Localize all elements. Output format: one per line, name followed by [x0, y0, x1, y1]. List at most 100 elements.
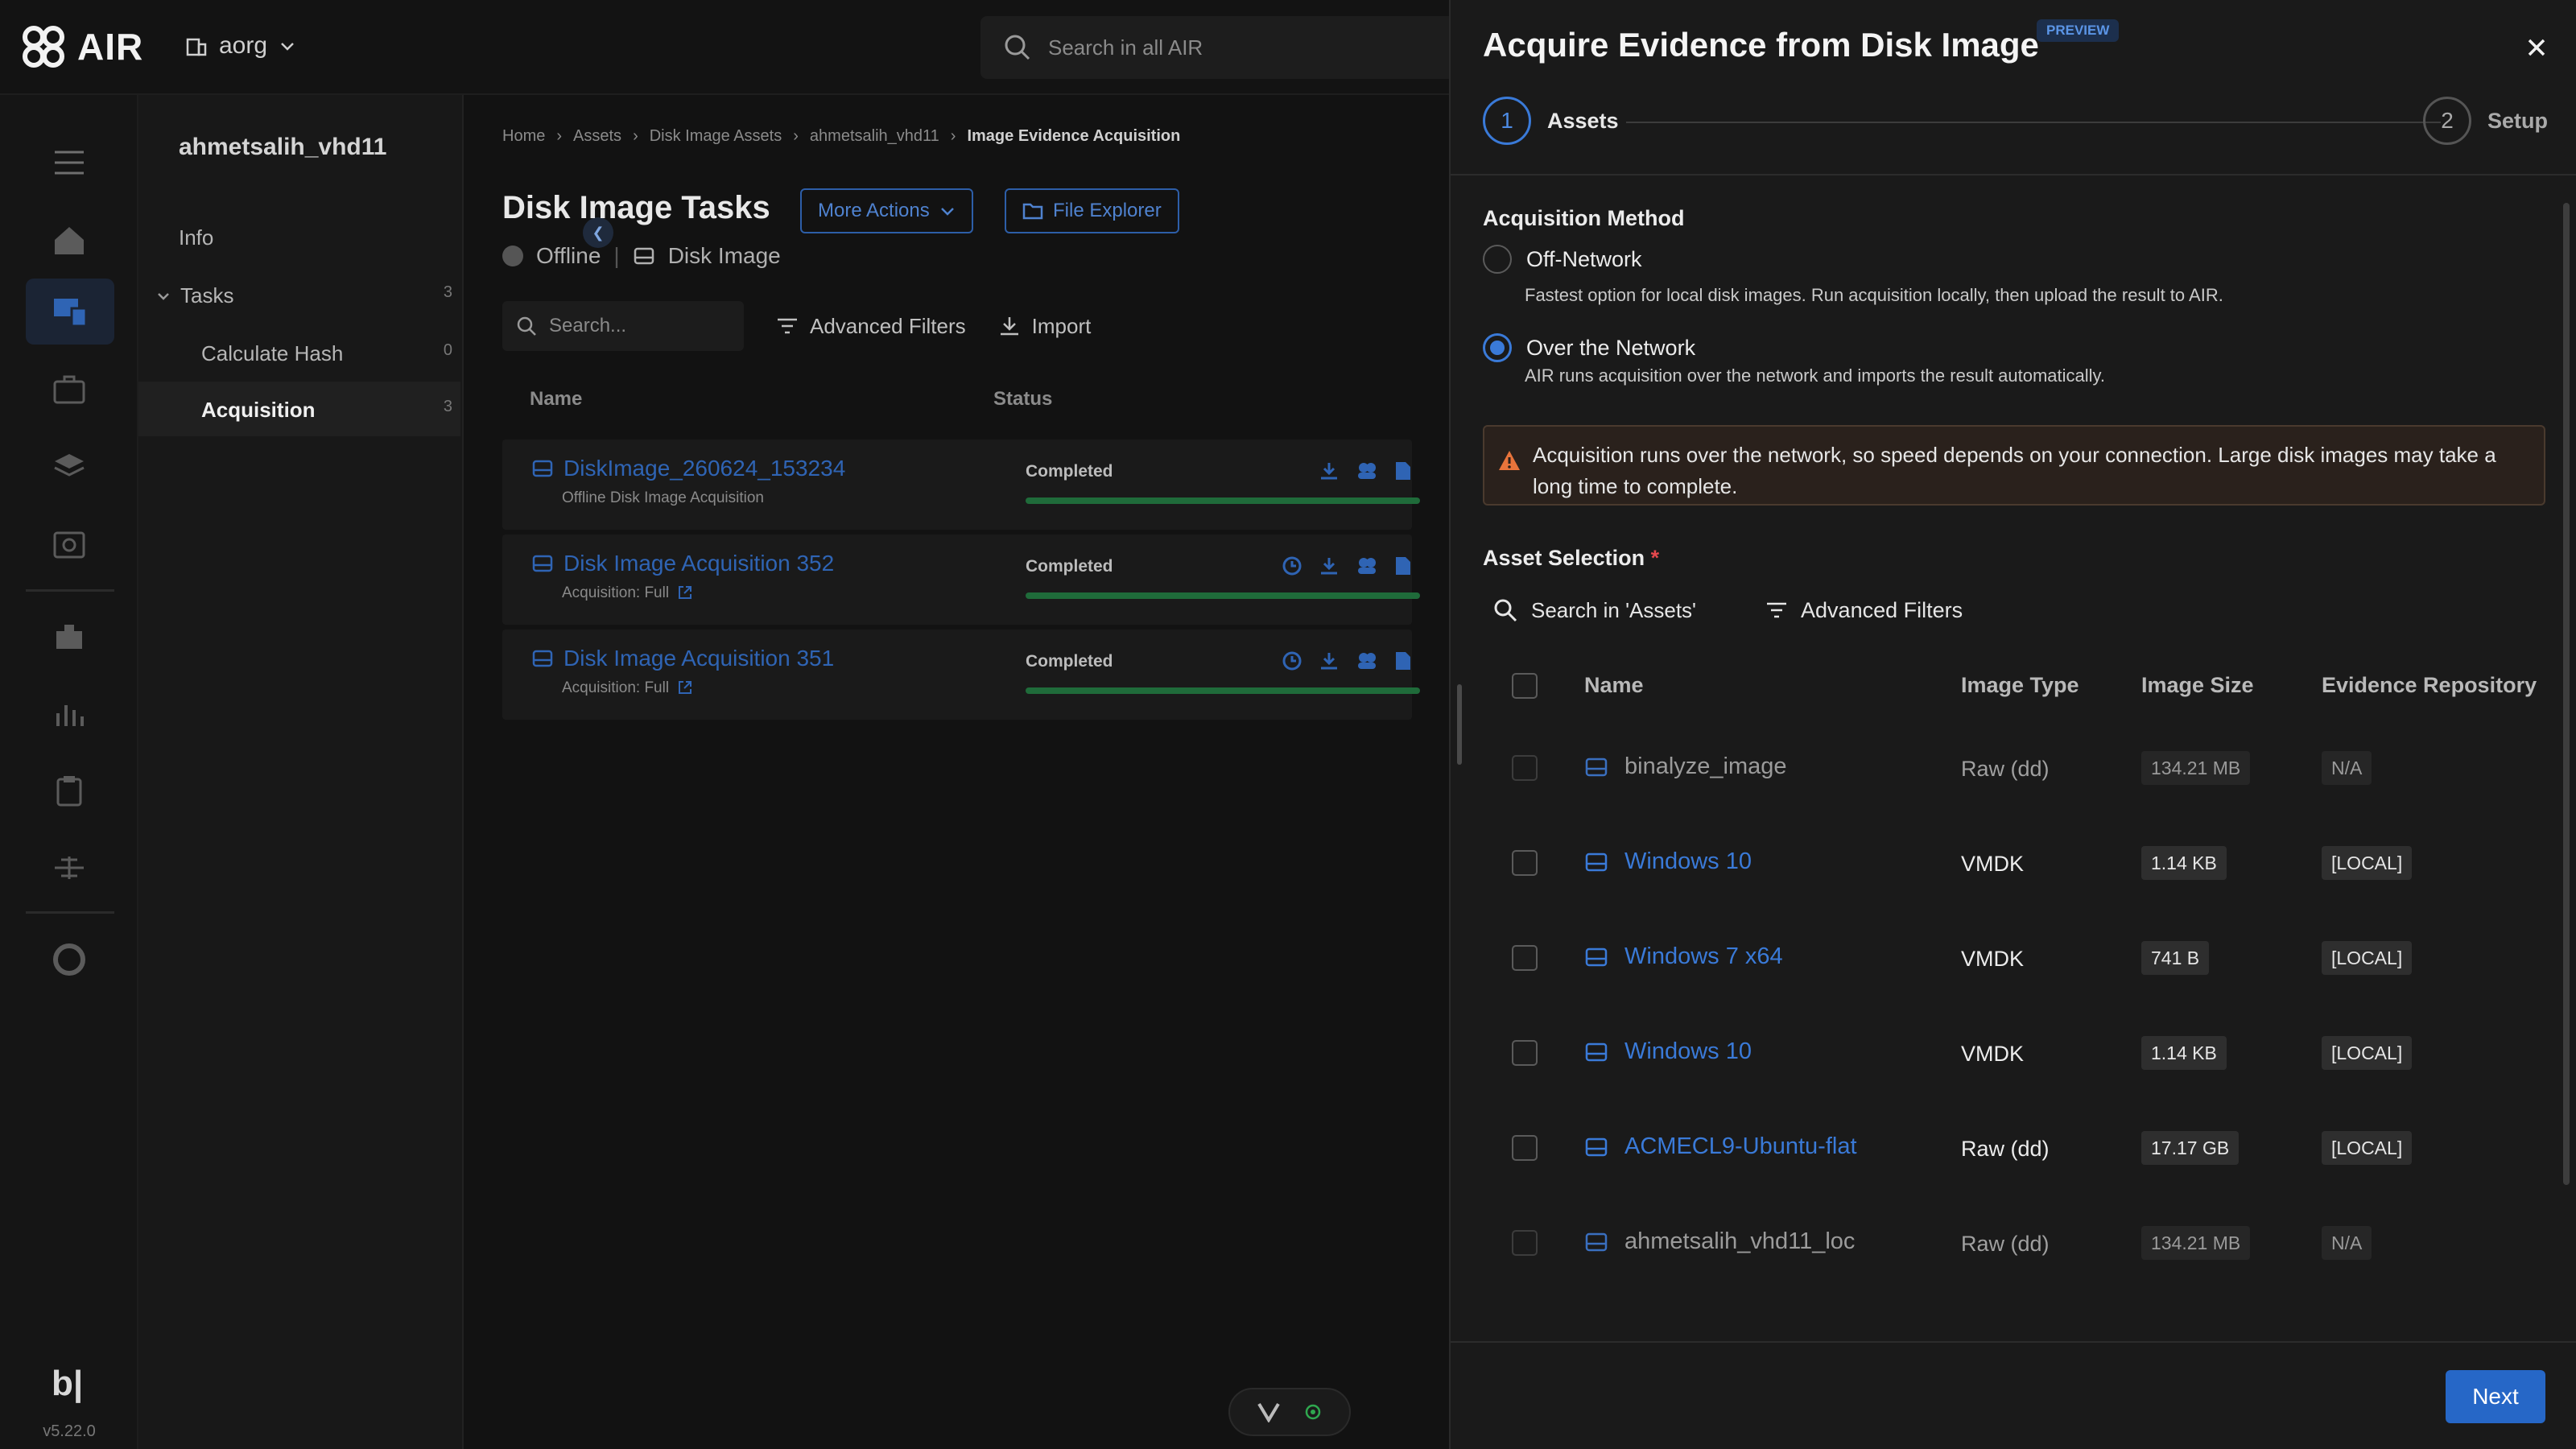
asset-name-text: binalyze_image	[1624, 753, 1787, 779]
row-checkbox[interactable]	[1512, 1040, 1538, 1066]
clock-icon[interactable]	[1282, 555, 1302, 576]
import-button[interactable]: Import	[998, 313, 1092, 339]
task-status: Completed	[1026, 652, 1113, 671]
asset-title: ahmetsalih_vhd11	[179, 134, 387, 160]
people-icon[interactable]	[1356, 650, 1378, 671]
subnav-item-calculate-hash[interactable]: Calculate Hash 0	[201, 341, 452, 366]
radio-button-checked[interactable]	[1483, 333, 1512, 362]
report-icon[interactable]	[1394, 460, 1412, 481]
column-header-image-type[interactable]: Image Type	[1961, 673, 2079, 698]
task-search-placeholder: Search...	[549, 315, 627, 336]
more-actions-button[interactable]: More Actions	[800, 188, 973, 233]
external-link-icon[interactable]	[677, 679, 693, 696]
breadcrumb-disk-image-assets[interactable]: Disk Image Assets	[650, 127, 782, 146]
task-name-link[interactable]: Disk Image Acquisition 352	[531, 551, 834, 576]
asset-name-link[interactable]: ACMECL9-Ubuntu-flat	[1584, 1133, 1857, 1160]
asset-size-chip: 134.21 MB	[2141, 751, 2251, 785]
people-icon[interactable]	[1356, 555, 1378, 576]
network-warning-alert: Acquisition runs over the network, so sp…	[1483, 425, 2545, 506]
breadcrumb-asset[interactable]: ahmetsalih_vhd11	[810, 127, 939, 146]
external-link-icon[interactable]	[677, 584, 693, 601]
asset-repo-chip: [LOCAL]	[2322, 1036, 2413, 1070]
task-row[interactable]: DiskImage_260624_153234 Offline Disk Ima…	[502, 440, 1420, 530]
warning-text: Acquisition runs over the network, so sp…	[1533, 443, 2496, 498]
global-search-input[interactable]: Search in all AIR	[980, 16, 1463, 79]
select-all-checkbox[interactable]	[1512, 673, 1538, 699]
column-header-status[interactable]: Status	[993, 388, 1052, 411]
row-checkbox-disabled	[1512, 1230, 1538, 1256]
download-icon[interactable]	[1319, 650, 1340, 671]
task-search-input[interactable]: Search...	[502, 301, 744, 351]
help-icon[interactable]	[43, 934, 95, 985]
asset-selection-text: Asset Selection	[1483, 546, 1645, 570]
clipboard-icon[interactable]	[43, 765, 95, 816]
task-name-link[interactable]: DiskImage_260624_153234	[531, 456, 845, 481]
subnav-item-acquisition[interactable]: Acquisition 3	[201, 398, 452, 423]
plugin-icon[interactable]	[43, 610, 95, 662]
radio-label: Off-Network	[1526, 246, 1642, 271]
row-checkbox[interactable]	[1512, 945, 1538, 971]
radio-over-network[interactable]: Over the Network	[1483, 333, 1695, 362]
asset-name-link[interactable]: Windows 10	[1584, 848, 1752, 875]
breadcrumb-current: Image Evidence Acquisition	[967, 127, 1181, 145]
subnav-item-info[interactable]: Info	[179, 225, 452, 250]
step-setup[interactable]: 2 Setup	[2423, 97, 2548, 145]
close-button[interactable]	[2516, 27, 2557, 68]
task-subtitle-text: Acquisition: Full	[562, 679, 670, 696]
row-checkbox[interactable]	[1512, 850, 1538, 876]
target-icon[interactable]	[1303, 1402, 1323, 1422]
investigation-icon[interactable]	[43, 518, 95, 570]
air-logo[interactable]: AIR	[21, 24, 143, 69]
asset-advanced-filters-button[interactable]: Advanced Filters	[1765, 598, 1963, 623]
import-label: Import	[1031, 313, 1092, 338]
radio-description: AIR runs acquisition over the network an…	[1525, 365, 2106, 386]
file-explorer-button[interactable]: File Explorer	[1005, 188, 1179, 233]
advanced-filters-button[interactable]: Advanced Filters	[776, 314, 966, 339]
report-icon[interactable]	[1394, 650, 1412, 671]
drawer-title: Acquire Evidence from Disk Image	[1483, 26, 2039, 64]
disk-icon	[1585, 947, 1608, 966]
download-icon	[1000, 317, 1018, 336]
task-name-link[interactable]: Disk Image Acquisition 351	[531, 646, 834, 671]
subnav-item-tasks[interactable]: Tasks 3	[156, 283, 452, 308]
org-selector[interactable]: aorg	[185, 32, 296, 60]
radio-button[interactable]	[1483, 245, 1512, 274]
step-assets[interactable]: 1 Assets	[1483, 97, 1619, 145]
download-icon[interactable]	[1319, 460, 1340, 481]
asset-name-link[interactable]: Windows 10	[1584, 1038, 1752, 1065]
search-icon	[1494, 599, 1517, 622]
assets-icon[interactable]	[26, 279, 114, 345]
drawer-scrollbar[interactable]	[2563, 203, 2570, 1185]
row-checkbox[interactable]	[1512, 1135, 1538, 1161]
asset-name-link[interactable]: Windows 7 x64	[1584, 943, 1783, 970]
column-header-name[interactable]: Name	[1584, 673, 1644, 698]
breadcrumb-home[interactable]: Home	[502, 127, 545, 146]
clock-icon[interactable]	[1282, 650, 1302, 671]
resize-handle[interactable]	[1457, 684, 1462, 765]
network-icon[interactable]	[43, 842, 95, 894]
radio-off-network[interactable]: Off-Network	[1483, 245, 1642, 274]
task-subtitle-text: Acquisition: Full	[562, 584, 670, 601]
asset-search-input[interactable]: Search in 'Assets'	[1492, 597, 1696, 623]
breadcrumb-assets[interactable]: Assets	[573, 127, 621, 146]
home-icon[interactable]	[43, 214, 95, 266]
status-divider: |	[613, 243, 620, 268]
column-header-evidence-repository[interactable]: Evidence Repository	[2322, 673, 2537, 698]
menu-icon[interactable]	[43, 137, 95, 188]
download-icon[interactable]	[1319, 555, 1340, 576]
people-icon[interactable]	[1356, 460, 1378, 481]
page-title: Disk Image Tasks	[502, 190, 770, 225]
column-header-name[interactable]: Name	[530, 388, 582, 411]
task-row[interactable]: Disk Image Acquisition 351 Acquisition: …	[502, 630, 1420, 720]
disk-icon	[1585, 758, 1608, 776]
layers-icon[interactable]	[43, 441, 95, 493]
v-logo-icon[interactable]	[1257, 1402, 1281, 1422]
task-row[interactable]: Disk Image Acquisition 352 Acquisition: …	[502, 535, 1420, 625]
column-header-image-size[interactable]: Image Size	[2141, 673, 2254, 698]
chevron-right-icon: ›	[793, 127, 799, 145]
briefcase-icon[interactable]	[43, 364, 95, 415]
report-icon[interactable]	[1394, 555, 1412, 576]
reports-icon[interactable]	[43, 687, 95, 739]
next-button[interactable]: Next	[2446, 1370, 2545, 1423]
chevron-down-icon	[281, 43, 294, 51]
